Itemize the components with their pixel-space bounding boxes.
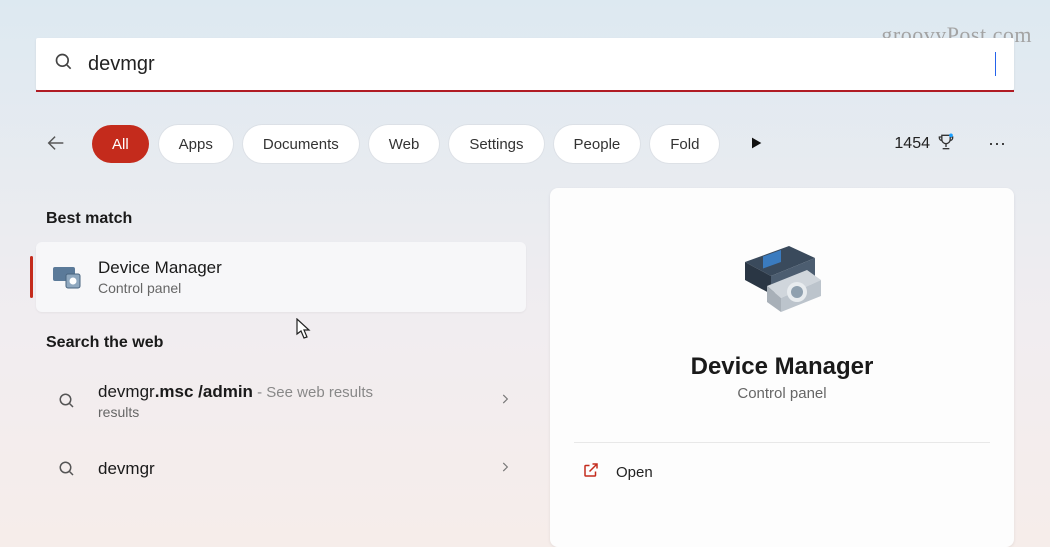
more-button[interactable]: ⋯ (980, 127, 1014, 161)
scroll-right-button[interactable] (739, 127, 773, 161)
points-value: 1454 (894, 135, 930, 153)
filter-apps[interactable]: Apps (159, 125, 233, 163)
results-column: Best match Device Manager Control panel … (36, 188, 526, 547)
best-match-heading: Best match (46, 210, 526, 228)
trophy-icon (936, 132, 956, 157)
text-caret (995, 52, 996, 76)
chevron-right-icon (498, 392, 512, 411)
device-manager-icon (50, 260, 84, 294)
detail-title: Device Manager (691, 353, 874, 381)
web-result-1[interactable]: devmgr (36, 436, 526, 502)
best-match-subtitle: Control panel (98, 280, 512, 296)
search-web-heading: Search the web (46, 334, 526, 352)
filter-all[interactable]: All (92, 125, 149, 163)
back-button[interactable] (36, 124, 76, 164)
web-result-sub: results (98, 404, 498, 420)
open-external-icon (582, 461, 600, 484)
filter-web[interactable]: Web (369, 125, 440, 163)
web-result-title: devmgr (98, 459, 498, 479)
filter-documents[interactable]: Documents (243, 125, 359, 163)
filter-settings[interactable]: Settings (449, 125, 543, 163)
web-result-title: devmgr.msc /admin - See web results (98, 382, 498, 402)
play-icon (748, 135, 764, 154)
rewards-points[interactable]: 1454 (894, 132, 956, 157)
search-icon (54, 52, 74, 77)
detail-subtitle: Control panel (737, 385, 826, 402)
filter-people[interactable]: People (554, 125, 641, 163)
search-input[interactable] (88, 53, 997, 76)
more-icon: ⋯ (988, 134, 1006, 154)
search-icon (50, 384, 84, 418)
search-icon (50, 452, 84, 486)
best-match-title: Device Manager (98, 258, 512, 278)
chevron-right-icon (498, 460, 512, 479)
device-manager-icon (737, 240, 827, 323)
filter-row: All Apps Documents Web Settings People F… (36, 120, 1014, 168)
open-action[interactable]: Open (574, 443, 990, 502)
best-match-result[interactable]: Device Manager Control panel (36, 242, 526, 312)
web-result-0[interactable]: devmgr.msc /admin - See web results resu… (36, 366, 526, 436)
arrow-left-icon (45, 132, 67, 157)
detail-panel: Device Manager Control panel Open (550, 188, 1014, 547)
search-bar[interactable] (36, 38, 1014, 90)
filter-folders[interactable]: Fold (650, 125, 719, 163)
open-label: Open (616, 464, 653, 481)
